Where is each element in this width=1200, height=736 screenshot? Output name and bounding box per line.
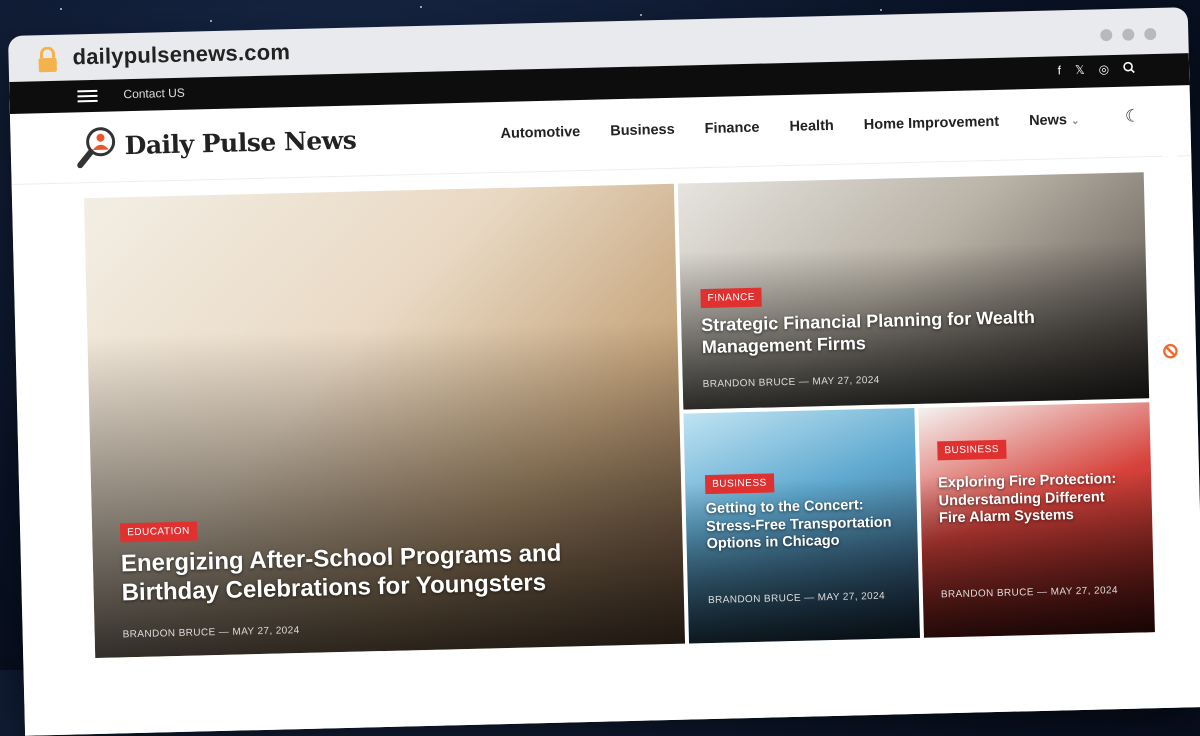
window-controls xyxy=(1100,27,1157,42)
category-tag[interactable]: FINANCE xyxy=(700,287,763,309)
article-card[interactable]: BUSINESS Exploring Fire Protection: Unde… xyxy=(918,402,1155,638)
browser-window: dailypulsenews.com Contact US f 𝕏 ◎ Dail… xyxy=(8,7,1200,736)
nav-news[interactable]: News ⌄ xyxy=(1029,112,1080,129)
url-text[interactable]: dailypulsenews.com xyxy=(72,39,290,70)
category-tag[interactable]: BUSINESS xyxy=(937,439,1007,461)
article-card[interactable]: FINANCE Strategic Financial Planning for… xyxy=(677,172,1150,410)
article-card[interactable]: BUSINESS Getting to the Concert: Stress-… xyxy=(683,407,920,644)
dark-mode-icon[interactable]: ☾ xyxy=(1125,106,1141,126)
author[interactable]: BRANDON BRUCE xyxy=(703,377,796,390)
main-nav: Automotive Business Finance Health Home … xyxy=(500,112,1079,142)
article-title[interactable]: Getting to the Concert: Stress-Free Tran… xyxy=(706,496,902,554)
watermark: ⊘ GUESTPOSTLINKS xyxy=(1158,60,1192,360)
nav-home-improvement[interactable]: Home Improvement xyxy=(864,114,1000,133)
date: MAY 27, 2024 xyxy=(232,625,300,638)
nav-automotive[interactable]: Automotive xyxy=(500,124,580,142)
category-tag[interactable]: BUSINESS xyxy=(704,473,774,495)
featured-grid: EDUCATION Energizing After-School Progra… xyxy=(83,172,1155,659)
contact-link[interactable]: Contact US xyxy=(123,86,185,101)
window-dot[interactable] xyxy=(1100,29,1113,42)
date: MAY 27, 2024 xyxy=(817,590,886,604)
category-tag[interactable]: EDUCATION xyxy=(119,521,198,543)
nav-news-label: News xyxy=(1028,112,1068,130)
link-icon: ⊘ xyxy=(1159,341,1182,360)
article-title[interactable]: Energizing After-School Programs and Bir… xyxy=(121,537,622,608)
site-logo[interactable]: Daily Pulse News xyxy=(76,118,357,169)
star xyxy=(420,6,422,8)
window-dot[interactable] xyxy=(1122,28,1135,41)
menu-icon[interactable] xyxy=(77,89,98,103)
star xyxy=(640,14,642,16)
author[interactable]: BRANDON BRUCE xyxy=(941,587,1034,600)
article-title[interactable]: Exploring Fire Protection: Understanding… xyxy=(938,471,1134,529)
logo-text: Daily Pulse News xyxy=(124,125,357,160)
nav-health[interactable]: Health xyxy=(789,118,834,135)
chevron-down-icon: ⌄ xyxy=(1070,115,1080,128)
featured-article[interactable]: EDUCATION Energizing After-School Progra… xyxy=(83,183,686,659)
star xyxy=(880,9,882,11)
date: MAY 27, 2024 xyxy=(812,374,880,388)
image-shade xyxy=(87,321,686,659)
magnifier-logo-icon xyxy=(77,127,116,169)
author[interactable]: BRANDON BRUCE xyxy=(123,627,216,640)
star xyxy=(210,20,212,22)
window-dot[interactable] xyxy=(1144,27,1157,41)
facebook-icon[interactable]: f xyxy=(1057,63,1061,77)
lock-icon xyxy=(38,46,57,73)
web-page: Contact US f 𝕏 ◎ Daily Pulse News Automo… xyxy=(9,53,1200,736)
watermark-label: GUESTPOSTLINKS xyxy=(1159,126,1182,334)
instagram-icon[interactable]: ◎ xyxy=(1098,62,1109,76)
nav-business[interactable]: Business xyxy=(610,122,675,140)
nav-finance[interactable]: Finance xyxy=(705,120,760,137)
watermark-text: ⊘ GUESTPOSTLINKS xyxy=(1158,60,1183,360)
social-links: f 𝕏 ◎ xyxy=(1057,61,1135,77)
author[interactable]: BRANDON BRUCE xyxy=(708,593,801,606)
star xyxy=(60,8,62,10)
x-icon[interactable]: 𝕏 xyxy=(1075,63,1085,77)
date: MAY 27, 2024 xyxy=(1050,585,1119,598)
search-icon[interactable] xyxy=(1123,61,1135,74)
